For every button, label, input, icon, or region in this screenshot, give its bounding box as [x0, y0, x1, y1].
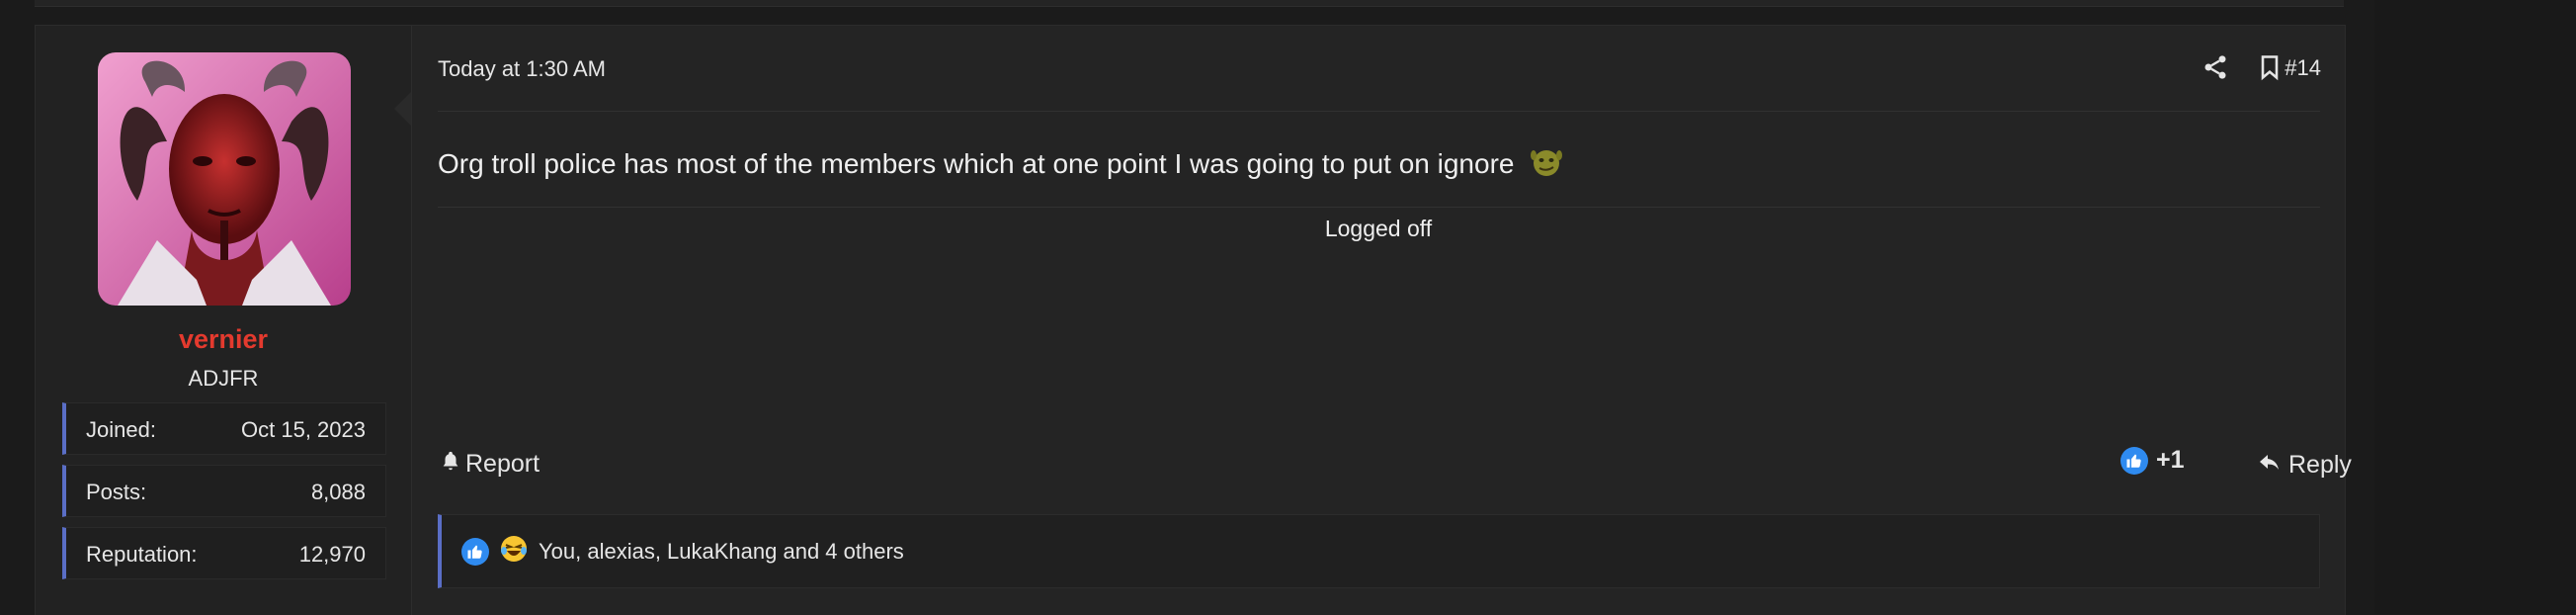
like-icon [2120, 446, 2148, 475]
report-button[interactable]: Report [440, 450, 540, 479]
user-info-column: vernier ADJFR Joined: Oct 15, 2023 Posts… [36, 26, 412, 615]
stat-reputation: Reputation: 12,970 [62, 527, 386, 579]
reply-icon [2257, 450, 2283, 481]
shrek-emoji-icon [1530, 145, 1563, 179]
reactions-users[interactable]: You, alexias, LukaKhang and 4 others [539, 539, 904, 565]
post-text: Org troll police has most of the members… [438, 148, 1515, 179]
stat-value: 12,970 [298, 542, 366, 567]
signature-divider [438, 207, 2320, 208]
laughing-reaction-icon [499, 534, 529, 570]
message-main: Today at 1:30 AM #14 Org troll police ha… [412, 26, 2352, 615]
signature: Logged off [1324, 216, 1433, 241]
stat-label: Reputation: [86, 542, 198, 567]
like-reaction-icon [461, 537, 489, 566]
header-divider [438, 111, 2320, 112]
reply-button[interactable]: Reply [2257, 450, 2352, 481]
right-margin [2374, 0, 2576, 614]
previous-post-edge [35, 0, 2344, 7]
stat-joined: Joined: Oct 15, 2023 [62, 402, 386, 455]
reaction-count: +1 [2156, 446, 2185, 474]
message-arrow [394, 92, 411, 126]
stat-value[interactable]: 8,088 [311, 480, 366, 505]
avatar[interactable] [98, 52, 351, 306]
stat-label: Joined: [86, 417, 156, 442]
stat-label: Posts: [86, 480, 147, 504]
username[interactable]: vernier [36, 324, 411, 355]
post-timestamp[interactable]: Today at 1:30 AM [438, 56, 606, 82]
user-title: ADJFR [188, 366, 259, 391]
share-icon[interactable] [2202, 53, 2229, 81]
bookmark-icon[interactable] [2256, 53, 2284, 81]
stat-value: Oct 15, 2023 [241, 417, 366, 442]
bell-icon [440, 450, 461, 479]
stat-posts: Posts: 8,088 [62, 465, 386, 517]
reaction-button[interactable]: +1 [2120, 446, 2185, 475]
post-body: Org troll police has most of the members… [438, 145, 1563, 180]
post-number[interactable]: #14 [2285, 55, 2321, 81]
report-label: Report [465, 450, 540, 478]
reply-label: Reply [2288, 451, 2352, 479]
reactions-bar[interactable]: You, alexias, LukaKhang and 4 others [438, 514, 2320, 588]
post-container: vernier ADJFR Joined: Oct 15, 2023 Posts… [35, 25, 2352, 615]
